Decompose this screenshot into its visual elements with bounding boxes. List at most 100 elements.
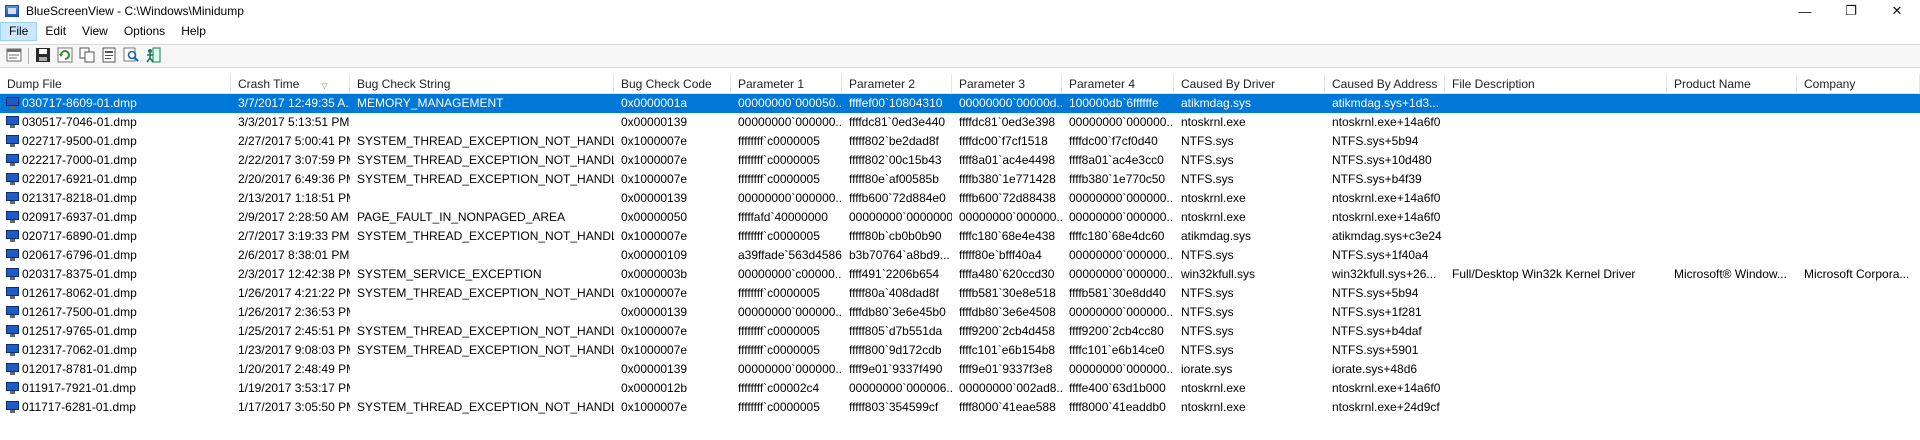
cell-caused-by-driver: ntoskrnl.exe — [1181, 191, 1246, 205]
column-header-parameter-3[interactable]: Parameter 3 — [952, 74, 1062, 94]
cell-bug-check-code: 0x1000007e — [621, 153, 688, 167]
cell-product-name — [1667, 113, 1797, 132]
menu-options[interactable]: Options — [116, 22, 173, 41]
cell-file-description — [1445, 113, 1667, 132]
column-header-parameter-2[interactable]: Parameter 2 — [842, 74, 952, 94]
cell-bug-check-code: 0x1000007e — [621, 172, 688, 186]
cell-caused-by-address: ntoskrnl.exe+14a6f0 — [1332, 115, 1441, 129]
cell-bug-check-code: 0x00000139 — [621, 305, 688, 319]
save-icon — [35, 47, 51, 66]
cell-file-description — [1445, 151, 1667, 170]
cell-crash-time: 2/22/2017 3:07:59 PM — [238, 153, 350, 167]
find-button[interactable] — [121, 46, 141, 66]
menu-view[interactable]: View — [74, 22, 116, 41]
cell-bug-check-string — [350, 246, 614, 265]
cell-caused-by-driver: ntoskrnl.exe — [1181, 400, 1246, 414]
table-row[interactable]: 020717-6890-01.dmp 2/7/2017 3:19:33 PM SYS… — [0, 227, 1920, 246]
cell-caused-by-address: NTFS.sys+b4daf — [1332, 324, 1422, 338]
table-row[interactable]: 012317-7062-01.dmp 1/23/2017 9:08:03 PM SY… — [0, 341, 1920, 360]
maximize-button[interactable]: ❐ — [1828, 0, 1874, 22]
table-row[interactable]: 011717-6281-01.dmp 1/17/2017 3:05:50 PM SY… — [0, 398, 1920, 417]
column-header-label: Caused By Address — [1332, 77, 1438, 91]
cell-dump-file: 022717-9500-01.dmp — [22, 134, 137, 148]
refresh-button[interactable] — [55, 46, 75, 66]
exit-icon — [145, 47, 161, 66]
table-row[interactable]: 012517-9765-01.dmp 1/25/2017 2:45:51 PM SY… — [0, 322, 1920, 341]
cell-caused-by-driver: NTFS.sys — [1181, 343, 1234, 357]
column-header-crash-time[interactable]: Crash Time ▽ — [231, 74, 350, 94]
column-header-caused-by-address[interactable]: Caused By Address — [1325, 74, 1445, 94]
copy-button[interactable] — [77, 46, 97, 66]
column-header-bug-check-string[interactable]: Bug Check String — [350, 74, 614, 94]
cell-crash-time: 2/3/2017 12:42:38 PM — [238, 267, 350, 281]
cell-file-description — [1445, 132, 1667, 151]
cell-parameter-2: ffff491`2206b654 — [849, 267, 940, 281]
cell-company — [1797, 284, 1920, 303]
cell-dump-file: 012617-7500-01.dmp — [22, 305, 137, 319]
cell-crash-time: 2/7/2017 3:19:33 PM — [238, 229, 350, 243]
cell-file-description — [1445, 303, 1667, 322]
cell-dump-file: 011917-7921-01.dmp — [22, 381, 136, 395]
cell-caused-by-address: NTFS.sys+1f281 — [1332, 305, 1422, 319]
window-controls: — ❐ ✕ — [1782, 0, 1920, 22]
cell-parameter-1: ffffffff`c0000005 — [738, 172, 820, 186]
table-row[interactable]: 022017-6921-01.dmp 2/20/2017 6:49:36 PM SY… — [0, 170, 1920, 189]
cell-caused-by-driver: NTFS.sys — [1181, 172, 1234, 186]
table-row[interactable]: 012017-8781-01.dmp 1/20/2017 2:48:49 PM 0x… — [0, 360, 1920, 379]
cell-caused-by-address: atikmdag.sys+c3e24 — [1332, 229, 1442, 243]
cell-parameter-3: ffff8a01`ac4e4498 — [959, 153, 1056, 167]
cell-bug-check-code: 0x1000007e — [621, 400, 688, 414]
table-row[interactable]: 012617-8062-01.dmp 1/26/2017 4:21:22 PM SY… — [0, 284, 1920, 303]
table-row[interactable]: 011917-7921-01.dmp 1/19/2017 3:53:17 PM 0x… — [0, 379, 1920, 398]
close-button[interactable]: ✕ — [1874, 0, 1920, 22]
cell-bug-check-string: SYSTEM_THREAD_EXCEPTION_NOT_HANDLED — [357, 153, 614, 167]
cell-file-description — [1445, 322, 1667, 341]
table-row[interactable]: 030717-8609-01.dmp 3/7/2017 12:49:35 A...… — [0, 94, 1920, 113]
table-row[interactable]: 020617-6796-01.dmp 2/6/2017 8:38:01 PM 0x0… — [0, 246, 1920, 265]
column-header-label: Caused By Driver — [1181, 77, 1276, 91]
copy-icon — [79, 47, 95, 66]
column-header-parameter-4[interactable]: Parameter 4 — [1062, 74, 1174, 94]
table-row[interactable]: 022717-9500-01.dmp 2/27/2017 5:00:41 PM SY… — [0, 132, 1920, 151]
cell-parameter-1: ffffffff`c0000005 — [738, 324, 820, 338]
minimize-button[interactable]: — — [1782, 0, 1828, 22]
find-icon — [123, 47, 139, 66]
menu-file[interactable]: File — [0, 22, 38, 41]
cell-parameter-3: ffffdc00`f7cf1518 — [959, 134, 1048, 148]
table-row[interactable]: 020317-8375-01.dmp 2/3/2017 12:42:38 PM SY… — [0, 265, 1920, 284]
column-header-dump-file[interactable]: Dump File — [0, 74, 231, 94]
cell-file-description — [1445, 284, 1667, 303]
table-row[interactable]: 012617-7500-01.dmp 1/26/2017 2:36:53 PM 0x… — [0, 303, 1920, 322]
cell-caused-by-address: ntoskrnl.exe+14a6f0 — [1332, 381, 1441, 395]
properties-button[interactable] — [4, 46, 24, 66]
menu-help[interactable]: Help — [173, 22, 214, 41]
cell-crash-time: 2/9/2017 2:28:50 AM — [238, 210, 349, 224]
column-header-label: Parameter 1 — [738, 77, 805, 91]
column-header-caused-by-driver[interactable]: Caused By Driver — [1174, 74, 1325, 94]
save-button[interactable] — [33, 46, 53, 66]
menu-edit[interactable]: Edit — [37, 22, 74, 41]
table-row[interactable]: 021317-8218-01.dmp 2/13/2017 1:18:51 PM 0x… — [0, 189, 1920, 208]
cell-company — [1797, 246, 1920, 265]
cell-parameter-3: ffffb581`30e8e518 — [959, 286, 1056, 300]
column-header-parameter-1[interactable]: Parameter 1 — [731, 74, 842, 94]
cell-crash-time: 1/26/2017 4:21:22 PM — [238, 286, 350, 300]
exit-button[interactable] — [143, 46, 163, 66]
column-header-file-description[interactable]: File Description — [1445, 74, 1667, 94]
column-header-product-name[interactable]: Product Name — [1667, 74, 1797, 94]
cell-bug-check-string: SYSTEM_THREAD_EXCEPTION_NOT_HANDLED — [357, 400, 614, 414]
cell-bug-check-string: SYSTEM_THREAD_EXCEPTION_NOT_HANDLED — [357, 134, 614, 148]
table-row[interactable]: 020917-6937-01.dmp 2/9/2017 2:28:50 AM PAG… — [0, 208, 1920, 227]
column-header-company[interactable]: Company — [1797, 74, 1920, 94]
cell-parameter-4: 00000000`000000... — [1069, 210, 1174, 224]
cell-company — [1797, 398, 1920, 417]
table-row[interactable]: 022217-7000-01.dmp 2/22/2017 3:07:59 PM SY… — [0, 151, 1920, 170]
column-header-bug-check-code[interactable]: Bug Check Code — [614, 74, 731, 94]
table-row[interactable]: 030517-7046-01.dmp 3/3/2017 5:13:51 PM 0x0… — [0, 113, 1920, 132]
report-button[interactable] — [99, 46, 119, 66]
cell-caused-by-address: NTFS.sys+5901 — [1332, 343, 1419, 357]
toolbar — [0, 44, 1920, 68]
cell-caused-by-driver: ntoskrnl.exe — [1181, 115, 1246, 129]
column-header-label: Parameter 3 — [959, 77, 1026, 91]
cell-product-name — [1667, 398, 1797, 417]
